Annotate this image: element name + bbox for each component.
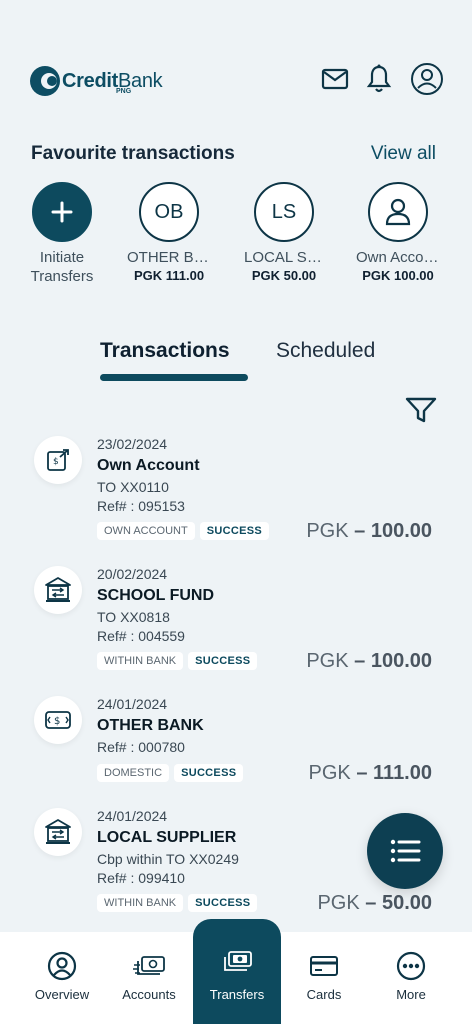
transaction-ref: Ref# : 095153 (97, 498, 185, 514)
transaction-tags: DOMESTIC SUCCESS (97, 764, 244, 782)
transaction-tags: WITHIN BANK SUCCESS (97, 894, 258, 912)
fav-own-account[interactable]: Own Account PGK 100.00 (348, 182, 448, 285)
brand-name: CreditBank (62, 70, 163, 92)
nav-label: Accounts (122, 987, 176, 1002)
fav-amount: PGK 50.00 (251, 268, 317, 283)
fav-label: LOCAL SUPPLIER (244, 249, 324, 266)
fav-avatar: OB (139, 182, 199, 242)
transaction-type-tag: OWN ACCOUNT (97, 522, 195, 540)
transaction-detail: TO XX0110 (97, 479, 169, 495)
money-stack-icon (131, 950, 167, 982)
fav-label: Own Account (356, 249, 440, 266)
transaction-date: 24/01/2024 (97, 808, 168, 824)
person-icon (368, 182, 428, 242)
transfers-screen: CreditBank PNG Favourite transactions Vi… (0, 0, 472, 1024)
transaction-amount: PGK – 100.00 (306, 650, 432, 672)
creditbank-logo: CreditBank (28, 64, 163, 98)
transaction-detail: Cbp within TO XX0249 (97, 851, 239, 867)
transaction-date: 23/02/2024 (97, 436, 168, 452)
transfer-doc-icon: $ (34, 436, 82, 484)
initiate-transfers-button[interactable]: Initiate Transfers (12, 182, 112, 286)
fav-amount: PGK 111.00 (133, 268, 205, 283)
transaction-detail: TO XX0818 (97, 609, 170, 625)
plus-icon (32, 182, 92, 242)
bank-icon (34, 808, 82, 856)
transaction-amount: PGK – 50.00 (317, 892, 432, 914)
mail-icon[interactable] (318, 62, 352, 96)
transaction-name: OTHER BANK (97, 717, 204, 734)
fav-local-supplier[interactable]: LS LOCAL SUPPLIER PGK 50.00 (234, 182, 334, 285)
transaction-ref: Ref# : 099410 (97, 870, 185, 886)
fav-label: OTHER BANK (127, 249, 211, 266)
view-all-link[interactable]: View all (371, 143, 436, 165)
nav-label: Cards (306, 987, 342, 1002)
nav-more[interactable]: More (367, 932, 455, 1024)
cash-icon: $ (34, 696, 82, 744)
status-badge: SUCCESS (188, 652, 258, 670)
transaction-date: 20/02/2024 (97, 566, 168, 582)
fav-label: Initiate (39, 249, 85, 266)
creditbank-logo-icon (30, 66, 60, 96)
nav-overview[interactable]: Overview (18, 932, 106, 1024)
nav-label: More (396, 987, 426, 1002)
tab-indicator (100, 374, 248, 381)
nav-cards[interactable]: Cards (280, 932, 368, 1024)
transaction-amount: PGK – 100.00 (306, 520, 432, 542)
tab-transactions[interactable]: Transactions (100, 339, 230, 363)
card-icon (306, 950, 342, 982)
favourites-title: Favourite transactions (31, 143, 235, 164)
transaction-name: SCHOOL FUND (97, 587, 215, 604)
transaction-type-tag: WITHIN BANK (97, 652, 184, 670)
transaction-ref: Ref# : 000780 (97, 739, 185, 755)
fav-avatar: LS (254, 182, 314, 242)
filter-icon[interactable] (404, 396, 438, 424)
status-badge: SUCCESS (199, 522, 270, 540)
transaction-ref: Ref# : 004559 (97, 628, 185, 644)
nav-label: Overview (34, 987, 90, 1002)
list-icon (390, 839, 421, 863)
brand-sub: PNG (116, 88, 132, 95)
nav-accounts[interactable]: Accounts (105, 932, 193, 1024)
app-header: CreditBank PNG (0, 56, 472, 102)
transaction-date: 24/01/2024 (97, 696, 168, 712)
transaction-tags: WITHIN BANK SUCCESS (97, 652, 258, 670)
transaction-name: Own Account (97, 457, 200, 474)
list-menu-fab[interactable] (367, 813, 443, 889)
svg-text:$: $ (54, 716, 60, 727)
fav-amount: PGK 100.00 (362, 268, 434, 283)
fav-label: Transfers (30, 268, 94, 285)
svg-text:$: $ (53, 457, 59, 467)
nav-label: Transfers (209, 987, 265, 1002)
transaction-tags: OWN ACCOUNT SUCCESS (97, 522, 270, 540)
nav-transfers[interactable]: Transfers (193, 919, 281, 1024)
profile-icon[interactable] (410, 62, 444, 96)
fav-other-bank[interactable]: OB OTHER BANK PGK 111.00 (119, 182, 219, 285)
transfer-money-icon (219, 947, 255, 979)
user-circle-icon (44, 950, 80, 982)
status-badge: SUCCESS (174, 764, 244, 782)
transaction-amount: PGK – 111.00 (308, 762, 432, 784)
tab-scheduled[interactable]: Scheduled (276, 339, 375, 363)
bell-icon[interactable] (362, 62, 396, 96)
status-badge: SUCCESS (188, 894, 258, 912)
more-dots-icon (393, 950, 429, 982)
transaction-type-tag: DOMESTIC (97, 764, 170, 782)
transaction-name: LOCAL SUPPLIER (97, 829, 237, 846)
transaction-type-tag: WITHIN BANK (97, 894, 184, 912)
bank-icon (34, 566, 82, 614)
